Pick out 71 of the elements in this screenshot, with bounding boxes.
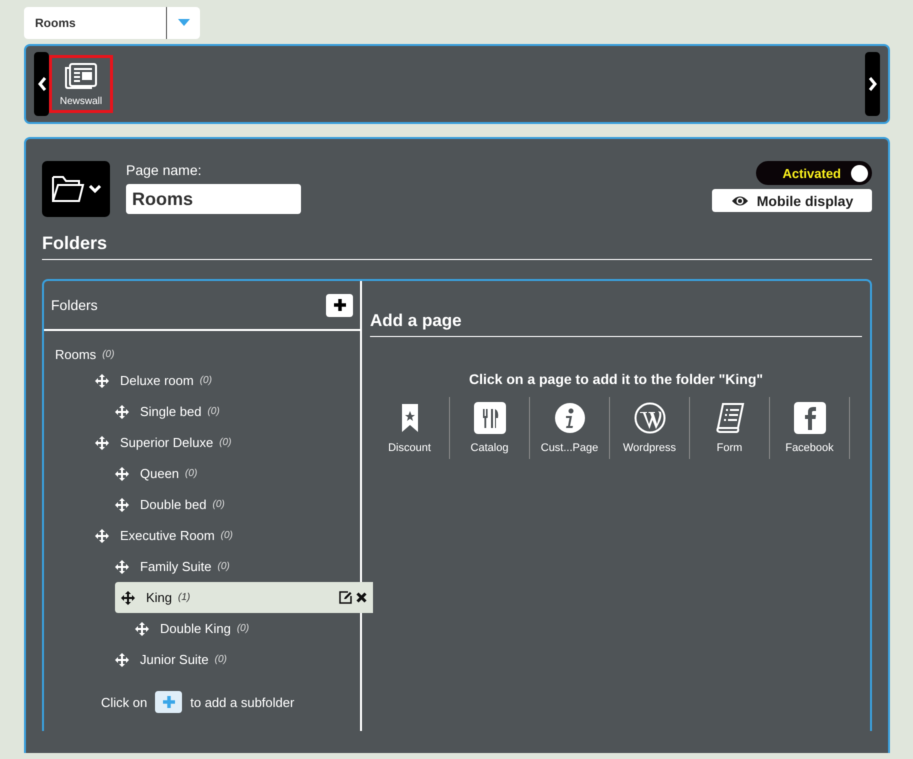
next-button[interactable] bbox=[865, 52, 880, 116]
plus-icon bbox=[332, 298, 346, 312]
hint-text: Click on bbox=[101, 694, 148, 710]
folder-item[interactable]: Rooms (0) bbox=[55, 343, 360, 365]
eye-icon bbox=[730, 194, 749, 206]
facebook-icon bbox=[794, 402, 826, 434]
folder-item[interactable]: Family Suite (0) bbox=[95, 551, 360, 582]
move-icon bbox=[115, 466, 129, 480]
panel-title: Folders bbox=[51, 297, 98, 313]
page-type-button[interactable]: Discount bbox=[370, 397, 450, 459]
folder-item[interactable]: Junior Suite (0) bbox=[95, 644, 360, 675]
activation-toggle[interactable]: Activated bbox=[756, 161, 872, 185]
page-type-button[interactable]: Wordpress bbox=[610, 397, 690, 459]
page-name-label: Page name: bbox=[126, 162, 202, 178]
move-icon bbox=[121, 590, 135, 604]
item-count: (0) bbox=[207, 406, 220, 417]
move-icon bbox=[95, 436, 109, 450]
edit-icon[interactable] bbox=[339, 591, 352, 604]
folder-item[interactable]: Double bed (0) bbox=[95, 489, 360, 520]
move-icon bbox=[95, 374, 109, 388]
carousel-item[interactable]: Newswall bbox=[49, 55, 113, 113]
cutlery-icon bbox=[474, 402, 506, 434]
folder-item[interactable]: Double King (0) bbox=[115, 613, 360, 644]
close-icon[interactable] bbox=[356, 592, 367, 603]
item-count: (0) bbox=[236, 623, 250, 634]
move-icon bbox=[115, 404, 129, 418]
item-count: (0) bbox=[219, 437, 232, 448]
dropdown-value: Rooms bbox=[24, 7, 167, 39]
hint-text: to add a subfolder bbox=[190, 694, 294, 710]
item-count: (0) bbox=[200, 375, 212, 386]
add-folder-button[interactable] bbox=[326, 294, 353, 316]
page-type-button[interactable]: Catalog bbox=[450, 397, 530, 459]
info-icon bbox=[554, 402, 586, 434]
chevron-right-icon bbox=[868, 76, 878, 92]
form-icon bbox=[714, 402, 746, 434]
folder-item[interactable]: Superior Deluxe (0) bbox=[75, 427, 360, 458]
folder-icon bbox=[51, 173, 85, 205]
move-icon bbox=[95, 528, 109, 542]
folder-item[interactable]: Deluxe room (0) bbox=[75, 365, 360, 396]
folder-item[interactable]: King (1) bbox=[115, 582, 373, 613]
page-dropdown[interactable]: Rooms bbox=[24, 7, 200, 39]
item-count: (0) bbox=[212, 499, 225, 510]
item-count: (0) bbox=[185, 468, 198, 479]
page-type-button[interactable]: Form bbox=[690, 397, 770, 459]
move-icon bbox=[135, 622, 149, 636]
move-icon bbox=[115, 498, 129, 512]
page-name-field[interactable]: Rooms bbox=[126, 184, 301, 214]
item-count: (0) bbox=[102, 348, 114, 360]
chevron-left-icon bbox=[36, 76, 46, 92]
move-icon bbox=[115, 560, 129, 574]
section-heading: Folders bbox=[42, 233, 872, 260]
newspaper-icon bbox=[64, 62, 98, 90]
folder-icon-button[interactable] bbox=[42, 161, 110, 217]
item-count: (0) bbox=[220, 530, 233, 541]
item-count: (0) bbox=[218, 561, 230, 572]
panel-title: Add a page bbox=[370, 311, 862, 337]
folder-item[interactable]: Single bed (0) bbox=[95, 396, 360, 427]
wordpress-icon bbox=[634, 402, 666, 434]
page-type-button[interactable]: Cust...Page bbox=[530, 397, 610, 459]
previous-button[interactable] bbox=[34, 52, 49, 116]
move-icon bbox=[115, 652, 129, 666]
folder-item[interactable]: Executive Room (0) bbox=[75, 520, 360, 551]
page-type-button[interactable]: Facebook bbox=[770, 397, 850, 459]
plus-icon bbox=[162, 695, 176, 709]
item-count: (0) bbox=[214, 654, 227, 665]
chevron-down-icon bbox=[89, 185, 101, 193]
caret-icon bbox=[178, 19, 190, 27]
item-count: (1) bbox=[178, 592, 190, 603]
folder-item[interactable]: Queen (0) bbox=[95, 458, 360, 489]
instruction-text: Click on a page to add it to the folder "King" bbox=[468, 371, 764, 387]
mobile-display-button[interactable]: Mobile display bbox=[712, 189, 872, 212]
